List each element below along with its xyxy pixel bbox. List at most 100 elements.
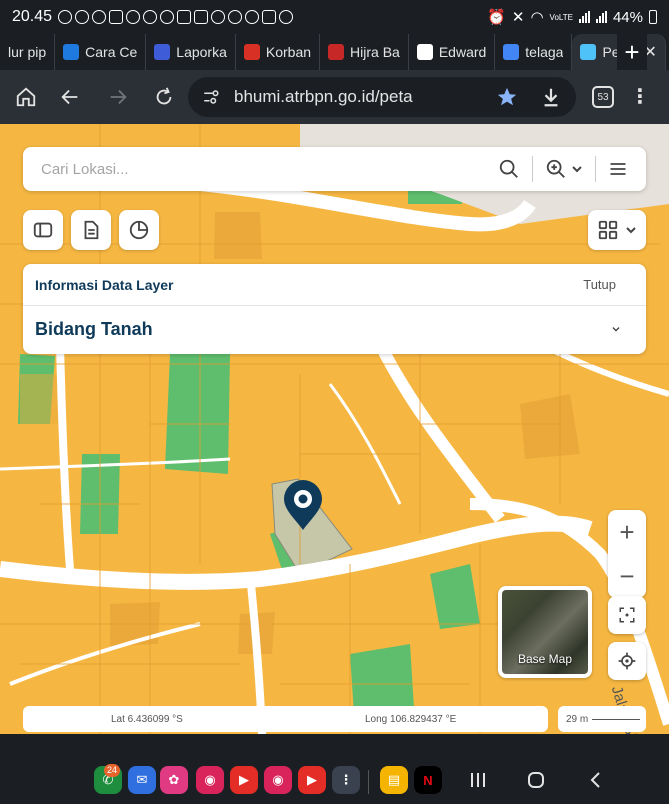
sidebar-toggle-button[interactable] — [23, 210, 63, 250]
home-nav-icon[interactable] — [526, 770, 546, 790]
locate-icon — [618, 652, 636, 670]
search-input[interactable] — [41, 160, 461, 178]
home-button[interactable] — [4, 75, 48, 119]
notification-icon — [143, 10, 158, 24]
browser-tab[interactable]: Cara Ce — [55, 34, 147, 70]
grid-icon — [598, 220, 618, 240]
reload-icon — [156, 87, 172, 105]
tab-label: lur pip — [8, 44, 47, 60]
forward-button[interactable] — [96, 75, 140, 119]
battery-icon — [649, 10, 657, 24]
statistics-button[interactable] — [119, 210, 159, 250]
scale-line — [592, 718, 641, 720]
layer-selector[interactable]: Bidang Tanah — [23, 306, 646, 353]
browser-tab[interactable]: Edward — [409, 34, 496, 70]
notification-icon — [177, 10, 192, 24]
tab-label: Korban — [265, 44, 312, 60]
app-grid-app-icon[interactable]: ⋮ — [332, 766, 360, 794]
notification-icon — [211, 10, 226, 24]
address-bar[interactable]: bhumi.atrbpn.go.id/peta — [188, 77, 576, 117]
notification-badge: 24 — [104, 764, 121, 777]
close-panel-button[interactable]: Tutup — [583, 277, 634, 292]
tab-switcher-button[interactable]: 53 — [592, 86, 614, 108]
favicon-icon — [416, 44, 433, 60]
download-icon[interactable] — [540, 86, 562, 108]
new-tab-button[interactable]: + — [617, 34, 647, 70]
arrow-left-icon — [61, 89, 78, 105]
flower-app-icon[interactable]: ✿ — [160, 766, 188, 794]
scale-bar: 29 m — [558, 706, 646, 732]
chevron-down-icon — [626, 227, 636, 234]
layer-grid-button[interactable] — [588, 210, 646, 250]
browser-tab[interactable]: lur pip — [0, 34, 56, 70]
netflix-app-icon[interactable]: N — [414, 766, 442, 794]
url-text: bhumi.atrbpn.go.id/peta — [234, 87, 413, 106]
info-panel-header: Informasi Data Layer Tutup — [23, 264, 646, 306]
notification-icon — [279, 10, 294, 24]
basemap-thumbnail: Base Map — [502, 590, 588, 674]
document-button[interactable] — [71, 210, 111, 250]
more-menu-icon[interactable]: ⋮ — [630, 84, 650, 109]
notification-icon — [228, 10, 243, 24]
pie-chart-icon — [129, 220, 149, 240]
fullscreen-button[interactable] — [608, 596, 646, 634]
notification-icon — [58, 10, 73, 24]
browser-tab[interactable]: Hijra Ba — [320, 34, 409, 70]
notification-icon — [126, 10, 141, 24]
notification-icon — [109, 10, 124, 24]
notification-icon — [262, 10, 277, 24]
zoom-out-button[interactable]: − — [608, 554, 646, 598]
tab-strip: lur pip Cara Ce Laporka Korban Hijra Ba Edwar… — [0, 34, 669, 70]
docs-app-icon[interactable]: ▤ — [380, 766, 408, 794]
zoom-in-icon — [546, 159, 565, 178]
browser-tab[interactable]: telaga — [495, 34, 573, 70]
instagram-app-icon[interactable]: ◉ — [264, 766, 292, 794]
notification-icon — [92, 10, 107, 24]
chevron-down-icon — [572, 166, 582, 173]
divider — [532, 156, 533, 182]
signal-icon — [595, 11, 607, 23]
tab-label: Cara Ce — [85, 44, 138, 60]
my-location-button[interactable] — [608, 642, 646, 680]
browser-tab[interactable]: Laporka — [146, 34, 236, 70]
favicon-icon — [580, 44, 597, 60]
home-icon — [16, 87, 36, 107]
map-canvas[interactable]: Informasi Data Layer Tutup Bidang Tanah … — [0, 124, 669, 734]
zoom-in-button[interactable]: + — [608, 510, 646, 554]
info-panel-title: Informasi Data Layer — [35, 276, 174, 293]
status-bar: 20.45 ⏰ ✕ ◠ VoLTE 44% — [0, 0, 669, 34]
location-pin-icon[interactable] — [282, 480, 324, 532]
layer-name: Bidang Tanah — [35, 319, 153, 339]
menu-icon[interactable] — [608, 159, 628, 179]
youtube-music-app-icon[interactable]: ▶ — [230, 766, 258, 794]
whatsapp-icon — [75, 10, 90, 24]
tab-label: Laporka — [176, 44, 227, 60]
search-icon[interactable] — [498, 158, 520, 180]
camera-red-app-icon[interactable]: ◉ — [196, 766, 224, 794]
favicon-icon — [154, 44, 171, 60]
arrow-right-icon — [110, 89, 127, 105]
scale-text: 29 m — [566, 713, 589, 725]
reload-button[interactable] — [142, 75, 186, 119]
location-search-bar — [23, 147, 646, 191]
tab-label: Hijra Ba — [350, 44, 400, 60]
star-icon[interactable] — [496, 86, 518, 108]
youtube-app-icon[interactable]: ▶ — [298, 766, 326, 794]
tab-label: Edward — [438, 44, 487, 60]
dock-divider — [368, 770, 369, 794]
sidebar-icon — [33, 222, 53, 238]
browser-tab[interactable]: Korban — [236, 34, 321, 70]
back-nav-icon[interactable] — [586, 770, 606, 790]
basemap-switcher[interactable]: Base Map — [498, 586, 592, 678]
favicon-icon — [63, 44, 80, 60]
fullscreen-icon — [619, 607, 635, 623]
longitude-text: Long 106.829437 °E — [365, 713, 457, 725]
tab-label: telaga — [525, 44, 564, 60]
messages-app-icon[interactable]: ✉ — [128, 766, 156, 794]
notification-icon — [194, 10, 209, 24]
notification-icon — [160, 10, 175, 24]
back-button[interactable] — [48, 75, 92, 119]
recent-apps-icon[interactable] — [468, 770, 488, 790]
zoom-search-button[interactable] — [545, 158, 583, 180]
chevron-down-icon — [612, 326, 620, 331]
